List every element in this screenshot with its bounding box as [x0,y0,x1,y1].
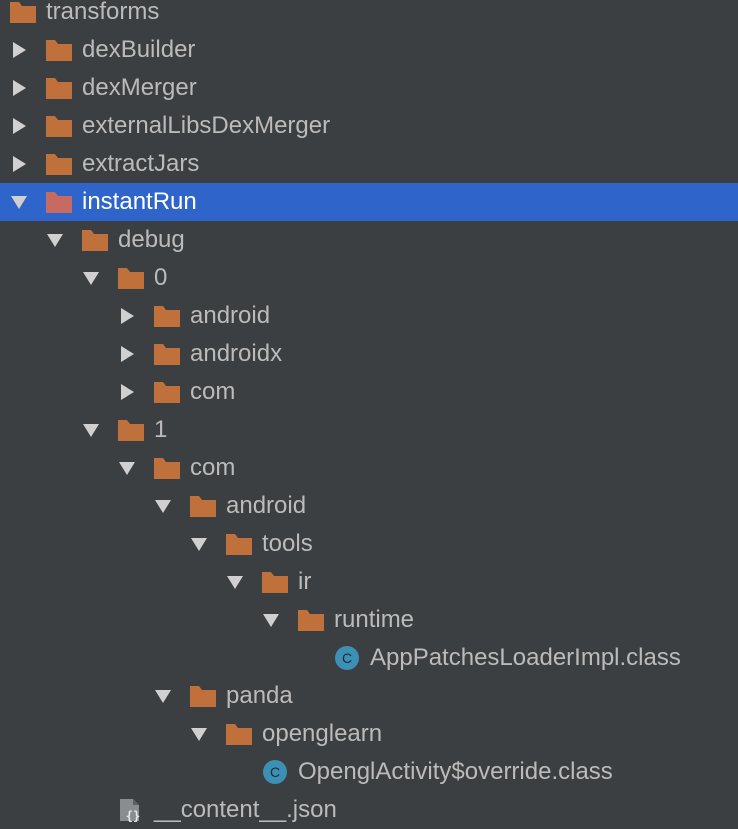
folder-icon [297,608,325,632]
tree-item-openglactivity-override-class[interactable]: C OpenglActivity$override.class [0,753,738,791]
folder-icon [45,76,73,100]
collapsed-arrow-icon[interactable] [10,117,28,135]
folder-icon [189,684,217,708]
expanded-arrow-icon[interactable] [262,611,280,629]
expanded-arrow-icon[interactable] [190,535,208,553]
json-file-icon: {} [117,798,145,822]
tree-item-com-1[interactable]: com [0,449,738,487]
tree-item-label: tools [262,530,313,557]
folder-icon [153,456,181,480]
collapsed-arrow-icon[interactable] [10,155,28,173]
folder-icon [45,152,73,176]
tree-item-androidx[interactable]: androidx [0,335,738,373]
java-class-icon: C [333,646,361,670]
folder-icon [153,342,181,366]
folder-icon [81,228,109,252]
expanded-arrow-icon[interactable] [154,687,172,705]
tree-item-label: externalLibsDexMerger [82,112,331,139]
expanded-arrow-icon[interactable] [82,421,100,439]
folder-icon [117,418,145,442]
tree-item-label: extractJars [82,150,200,177]
tree-item-transforms[interactable]: transforms [0,0,738,31]
tree-item-label: AppPatchesLoaderImpl.class [370,644,681,671]
tree-item-label: instantRun [82,188,197,215]
folder-icon [225,722,253,746]
expanded-arrow-icon[interactable] [154,497,172,515]
tree-item-label: android [226,492,307,519]
tree-item-1[interactable]: 1 [0,411,738,449]
tree-item-debug[interactable]: debug [0,221,738,259]
project-file-tree[interactable]: transforms dexBuilder dexMerger externalLib… [0,0,738,828]
folder-icon [45,190,73,214]
expanded-arrow-icon[interactable] [118,459,136,477]
tree-item-label: com [190,454,236,481]
tree-item-label: ir [298,568,312,595]
tree-item-label: OpenglActivity$override.class [298,758,613,785]
svg-text:C: C [342,650,352,666]
folder-icon [261,570,289,594]
collapsed-arrow-icon[interactable] [118,307,136,325]
expanded-arrow-icon[interactable] [226,573,244,591]
tree-item-externallibsdexmerger[interactable]: externalLibsDexMerger [0,107,738,145]
tree-item-label: __content__.json [154,796,337,823]
tree-item-android[interactable]: android [0,297,738,335]
tree-item-instantrun[interactable]: instantRun [0,183,738,221]
tree-item-content-json[interactable]: {} __content__.json [0,791,738,829]
expanded-arrow-icon[interactable] [46,231,64,249]
folder-icon [189,494,217,518]
tree-item-label: androidx [190,340,283,367]
tree-item-apppatchesloaderimpl-class[interactable]: C AppPatchesLoaderImpl.class [0,639,738,677]
tree-item-panda[interactable]: panda [0,677,738,715]
tree-item-label: debug [118,226,185,253]
tree-item-extractjars[interactable]: extractJars [0,145,738,183]
folder-icon [225,532,253,556]
tree-item-label: android [190,302,271,329]
expanded-arrow-icon[interactable] [190,725,208,743]
tree-item-label: dexMerger [82,74,197,101]
tree-item-label: runtime [334,606,415,633]
tree-item-0[interactable]: 0 [0,259,738,297]
collapsed-arrow-icon[interactable] [10,79,28,97]
collapsed-arrow-icon[interactable] [118,383,136,401]
folder-icon [153,380,181,404]
collapsed-arrow-icon[interactable] [118,345,136,363]
expanded-arrow-icon[interactable] [10,193,28,211]
svg-text:C: C [270,764,280,780]
tree-item-label: 0 [154,264,168,291]
folder-icon [9,0,37,24]
tree-item-label: transforms [46,0,160,25]
expanded-arrow-icon[interactable] [82,269,100,287]
folder-icon [45,114,73,138]
folder-icon [117,266,145,290]
tree-item-tools[interactable]: tools [0,525,738,563]
svg-text:{}: {} [126,809,140,822]
tree-item-label: panda [226,682,293,709]
tree-item-openglearn[interactable]: openglearn [0,715,738,753]
folder-icon [153,304,181,328]
tree-item-runtime[interactable]: runtime [0,601,738,639]
tree-item-label: com [190,378,236,405]
tree-item-label: openglearn [262,720,383,747]
tree-item-label: dexBuilder [82,36,196,63]
collapsed-arrow-icon[interactable] [10,41,28,59]
java-class-icon: C [261,760,289,784]
tree-item-ir[interactable]: ir [0,563,738,601]
tree-item-android-1[interactable]: android [0,487,738,525]
tree-item-dexbuilder[interactable]: dexBuilder [0,31,738,69]
tree-item-com[interactable]: com [0,373,738,411]
folder-icon [45,38,73,62]
tree-item-label: 1 [154,416,168,443]
tree-item-dexmerger[interactable]: dexMerger [0,69,738,107]
